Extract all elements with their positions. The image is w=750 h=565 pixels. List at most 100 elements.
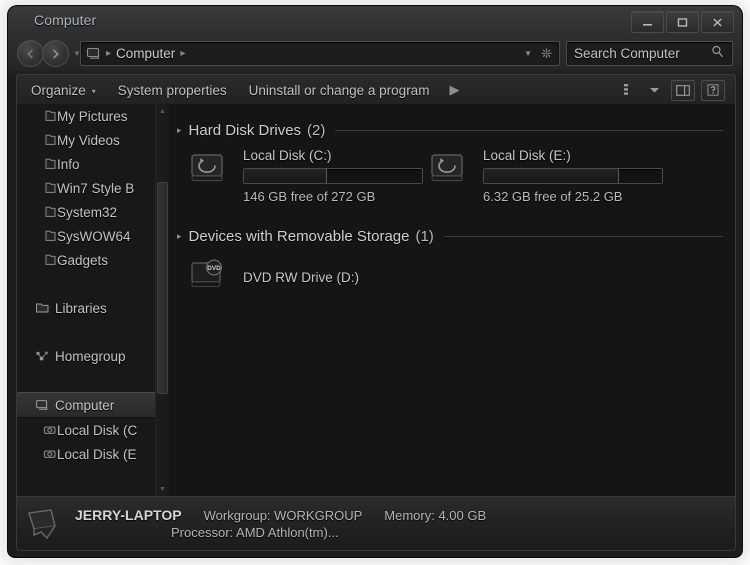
breadcrumb-separator-2[interactable]: ▸: [180, 48, 185, 59]
sidebar-item-label: System32: [57, 204, 118, 220]
system-properties-label: System properties: [117, 82, 227, 98]
address-bar-row: ▼ ▸ Computer ▸ ▼ ❊ Search Computer: [8, 38, 742, 70]
help-icon[interactable]: [701, 79, 725, 101]
chevron-down-icon: ▾: [91, 86, 96, 96]
forward-button[interactable]: [42, 40, 69, 67]
folder-icon: [39, 134, 61, 146]
uninstall-program-button[interactable]: Uninstall or change a program: [238, 75, 441, 105]
hard-drive-icon: [189, 148, 235, 204]
drive-icon: [39, 449, 61, 460]
window-title: Computer: [34, 12, 97, 28]
sidebar-item-my-pictures[interactable]: My Pictures: [17, 104, 169, 128]
details-line-2: Processor: AMD Athlon(tm)...: [75, 525, 486, 540]
preview-pane-icon[interactable]: [671, 79, 695, 101]
sidebar-item-label: Local Disk (C: [57, 422, 138, 438]
folder-icon: [39, 158, 61, 170]
explorer-window: Computer ▼ ▸ Computer ▸ ▼ ❊ Search Compu…: [8, 6, 742, 557]
close-icon: [713, 17, 722, 27]
sidebar-item-my-videos[interactable]: My Videos: [17, 128, 169, 152]
sidebar-item-system32[interactable]: System32: [17, 200, 169, 224]
computer-icon: [31, 399, 53, 411]
capacity-bar: [483, 168, 663, 184]
scroll-down-icon[interactable]: ▼: [158, 484, 167, 494]
processor-value: Processor: AMD Athlon(tm)...: [171, 525, 339, 540]
window-controls: [629, 11, 734, 33]
group-title: Hard Disk Drives: [188, 121, 302, 139]
group-header-hard-disk-drives[interactable]: ▸ Hard Disk Drives (2): [169, 118, 735, 142]
maximize-icon: [677, 17, 688, 27]
back-arrow-icon: [27, 48, 33, 59]
search-input[interactable]: Search Computer: [574, 46, 680, 61]
file-list-pane: ▸ Hard Disk Drives (2) Local Disk (C:) 1…: [169, 104, 735, 496]
maximize-button[interactable]: [666, 11, 699, 33]
sidebar-item-win7-style-b[interactable]: Win7 Style B: [17, 176, 169, 200]
navigation-buttons: ▼: [17, 40, 81, 67]
sidebar-item-label: My Pictures: [57, 108, 128, 124]
sidebar-item-local-disk-e[interactable]: Local Disk (E: [17, 442, 169, 466]
magnifier-icon: [711, 45, 724, 63]
minimize-icon: [643, 23, 652, 26]
workgroup-value: Workgroup: WORKGROUP: [203, 508, 363, 523]
drive-name: Local Disk (E:): [483, 148, 571, 163]
expand-triangle-icon[interactable]: ▸: [177, 125, 182, 136]
folder-icon: [39, 230, 61, 242]
folder-icon: [39, 254, 61, 266]
sidebar-list: My Music My Pictures: [17, 104, 169, 466]
toolbar-overflow-arrow[interactable]: ▶: [440, 82, 468, 98]
group-title: Devices with Removable Storage: [188, 227, 410, 245]
search-box[interactable]: Search Computer: [566, 41, 733, 66]
sidebar-item-info[interactable]: Info: [17, 152, 169, 176]
group-count: (1): [415, 227, 434, 245]
address-bar[interactable]: ▸ Computer ▸ ▼ ❊: [80, 41, 560, 66]
computer-details-icon: [17, 507, 75, 541]
close-button[interactable]: [701, 11, 734, 33]
computer-icon: [86, 47, 101, 60]
details-line-1: JERRY-LAPTOP Workgroup: WORKGROUP Memory…: [75, 507, 486, 523]
sidebar-scrollbar[interactable]: ▲ ▼: [155, 104, 168, 496]
details-text-group: JERRY-LAPTOP Workgroup: WORKGROUP Memory…: [75, 507, 486, 540]
device-name: DVD RW Drive (D:): [243, 270, 359, 285]
computer-name: JERRY-LAPTOP: [75, 507, 182, 523]
scrollbar-thumb[interactable]: [157, 182, 168, 394]
sidebar-item-local-disk-c[interactable]: Local Disk (C: [17, 418, 169, 442]
homegroup-icon: [31, 350, 53, 362]
folder-icon: [39, 206, 61, 218]
sidebar-item-gadgets[interactable]: Gadgets: [17, 248, 169, 272]
organize-button[interactable]: Organize ▾: [17, 75, 107, 105]
drive-tile-local-disk-c[interactable]: Local Disk (C:) 146 GB free of 272 GB: [189, 148, 429, 204]
sidebar-item-syswow64[interactable]: SysWOW64: [17, 224, 169, 248]
drive-icon: [39, 425, 61, 436]
refresh-icon[interactable]: ❊: [541, 47, 552, 60]
view-list-icon[interactable]: [615, 81, 637, 100]
forward-arrow-icon: [53, 48, 59, 59]
scroll-up-icon[interactable]: ▲: [158, 106, 167, 116]
sidebar-item-label: My Videos: [57, 132, 120, 148]
dvd-drive-icon: DVD: [189, 256, 235, 299]
capacity-bar-fill: [484, 169, 619, 183]
minimize-button[interactable]: [631, 11, 664, 33]
drive-capacity-text: 6.32 GB free of 25.2 GB: [483, 189, 623, 204]
memory-value: Memory: 4.00 GB: [384, 508, 487, 523]
group-header-removable-storage[interactable]: ▸ Devices with Removable Storage (1): [169, 224, 735, 248]
sidebar-item-computer[interactable]: Computer: [17, 392, 161, 418]
group-count: (2): [307, 121, 326, 139]
drive-tile-local-disk-e[interactable]: Local Disk (E:) 6.32 GB free of 25.2 GB: [429, 148, 669, 204]
breadcrumb-computer[interactable]: Computer: [116, 46, 175, 61]
organize-label: Organize: [31, 82, 86, 98]
view-dropdown-caret[interactable]: [643, 81, 665, 100]
sidebar-item-libraries[interactable]: Libraries: [17, 296, 169, 320]
back-button[interactable]: [17, 40, 44, 67]
hard-drive-icon: [429, 148, 475, 204]
chevron-down-icon[interactable]: ▼: [524, 49, 532, 58]
group-divider: [443, 235, 723, 237]
sidebar-item-homegroup[interactable]: Homegroup: [17, 344, 169, 368]
device-tile-dvd-rw-drive[interactable]: DVD DVD RW Drive (D:): [169, 256, 735, 299]
expand-triangle-icon[interactable]: ▸: [177, 231, 182, 242]
system-properties-button[interactable]: System properties: [107, 75, 238, 105]
toolbar-right-group: [615, 79, 735, 101]
drive-capacity-text: 146 GB free of 272 GB: [243, 189, 376, 204]
